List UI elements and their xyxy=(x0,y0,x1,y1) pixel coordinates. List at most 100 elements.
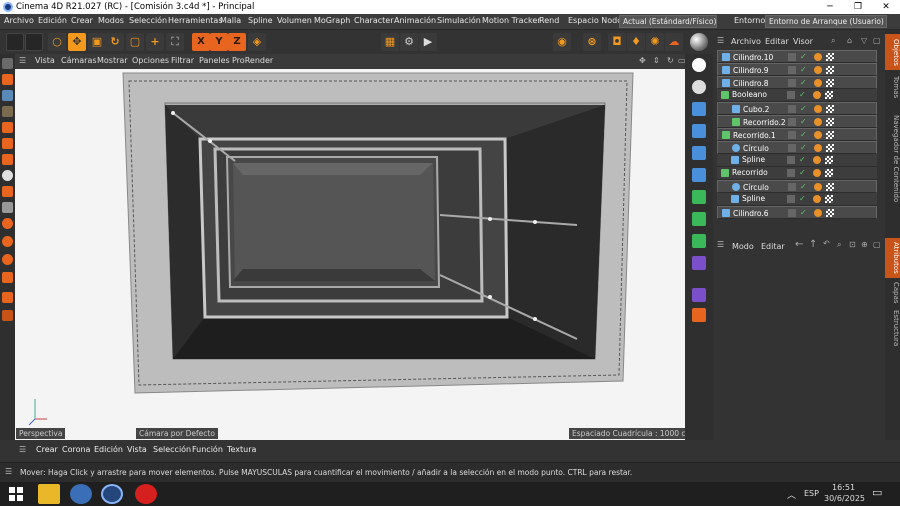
tab-navegador[interactable]: Navegador de Contenido xyxy=(885,104,900,214)
up-arrow-icon[interactable]: ↑ xyxy=(809,239,817,250)
render-settings-icon[interactable]: ⚙ xyxy=(400,33,418,51)
lock-workplane-icon[interactable] xyxy=(2,272,13,283)
maximize-button[interactable]: ❐ xyxy=(844,0,872,14)
rotate-tool-icon[interactable]: ↻ xyxy=(106,33,124,51)
viewport-pan-icon[interactable]: ✥ xyxy=(639,56,646,65)
deformer-icon[interactable] xyxy=(692,190,706,204)
menu-mograph[interactable]: MoGraph xyxy=(314,16,350,25)
attribute-menu-icon[interactable]: ☰ xyxy=(717,240,724,249)
material-tag-icon[interactable] xyxy=(814,183,822,191)
object-row[interactable]: Cilindro.9 ✓ xyxy=(717,63,877,76)
object-row[interactable]: Cubo.2 ✓ xyxy=(717,102,877,115)
menu-seleccion[interactable]: Selección xyxy=(129,16,167,25)
object-menu-icon[interactable]: ☰ xyxy=(717,36,724,45)
material-menu-crear[interactable]: Crear xyxy=(36,445,58,454)
new-window-icon[interactable]: ▢ xyxy=(873,36,881,45)
tab-tomas[interactable]: Tomas xyxy=(885,72,900,102)
enable-check-icon[interactable]: ✓ xyxy=(799,169,807,177)
enable-check-icon[interactable]: ✓ xyxy=(800,105,808,113)
visibility-toggle[interactable] xyxy=(787,169,795,177)
viewport-menu-icon[interactable]: ☰ xyxy=(19,56,26,65)
render-view-icon[interactable]: ▦ xyxy=(381,33,399,51)
windows-start-icon[interactable] xyxy=(9,487,23,501)
visibility-toggle[interactable] xyxy=(788,209,796,217)
tag-icon[interactable] xyxy=(692,308,706,322)
menu-archivo[interactable]: Archivo xyxy=(4,16,34,25)
tab-atributos[interactable]: Atributos xyxy=(885,238,900,278)
visibility-toggle[interactable] xyxy=(787,195,795,203)
viewport-rotate-icon[interactable]: ↻ xyxy=(667,56,674,65)
texture-tag-icon[interactable] xyxy=(825,156,833,164)
make-editable-icon[interactable] xyxy=(2,58,13,69)
object-row[interactable]: Recorrido.1 ✓ xyxy=(717,128,877,141)
menu-modos[interactable]: Modos xyxy=(98,16,124,25)
texture-tag-icon[interactable] xyxy=(825,169,833,177)
lock-icon[interactable]: ⊡ xyxy=(849,240,856,249)
tweak-mode-icon[interactable] xyxy=(2,186,13,197)
texture-mode-icon[interactable] xyxy=(2,90,13,101)
material-tag-icon[interactable] xyxy=(814,118,822,126)
material-menu-textura[interactable]: Textura xyxy=(227,445,256,454)
viewport-menu-paneles[interactable]: Paneles xyxy=(199,56,230,65)
material-menu-icon[interactable]: ☰ xyxy=(19,445,26,454)
material-menu-funcion[interactable]: Función xyxy=(192,445,223,454)
live-selection-icon[interactable]: ○ xyxy=(48,33,66,51)
cube-icon[interactable] xyxy=(692,102,706,116)
quantize-icon[interactable] xyxy=(2,254,13,265)
texture-tag-icon[interactable] xyxy=(826,144,834,152)
filter-icon[interactable]: ▽ xyxy=(861,36,867,45)
enable-check-icon[interactable]: ✓ xyxy=(800,66,808,74)
tab-estructura[interactable]: Estructura xyxy=(885,308,900,348)
object-row[interactable]: Cilindro.10 ✓ xyxy=(717,50,877,63)
menu-animacion[interactable]: Animación xyxy=(394,16,436,25)
pen-icon[interactable] xyxy=(692,124,706,138)
subdivision-icon[interactable] xyxy=(692,146,706,160)
nurbs-icon[interactable]: ⊛ xyxy=(583,33,601,51)
menu-crear[interactable]: Crear xyxy=(71,16,93,25)
opera-icon[interactable] xyxy=(135,484,157,504)
material-tag-icon[interactable] xyxy=(814,66,822,74)
texture-tag-icon[interactable] xyxy=(826,53,834,61)
y-axis-toggle[interactable]: Y xyxy=(210,33,228,51)
viewport-zoom-icon[interactable]: ⇕ xyxy=(653,56,660,65)
visibility-toggle[interactable] xyxy=(788,183,796,191)
object-row[interactable]: Círculo ✓ xyxy=(717,180,877,193)
object-row[interactable]: Cilindro.6 ✓ xyxy=(717,206,877,219)
search-icon[interactable]: ⌕ xyxy=(831,36,835,46)
model-mode-icon[interactable] xyxy=(2,74,13,85)
enable-check-icon[interactable]: ✓ xyxy=(800,131,808,139)
snap-settings-icon[interactable] xyxy=(2,236,13,247)
light-bulb-icon[interactable]: ♦ xyxy=(627,33,645,51)
status-menu-icon[interactable]: ☰ xyxy=(5,467,12,476)
viewport-menu-mostrar[interactable]: Mostrar xyxy=(97,56,128,65)
object-row[interactable]: Recorrido.2 ✓ xyxy=(717,115,877,128)
workplane-icon[interactable] xyxy=(2,106,13,117)
menu-malla[interactable]: Malla xyxy=(220,16,241,25)
texture-tag-icon[interactable] xyxy=(826,183,834,191)
menu-spline[interactable]: Spline xyxy=(248,16,273,25)
render-picture-viewer-icon[interactable]: ▶ xyxy=(419,33,437,51)
undo-button[interactable] xyxy=(6,33,24,51)
texture-tag-icon[interactable] xyxy=(826,105,834,113)
clock-time[interactable]: 16:51 xyxy=(832,483,855,492)
clock-date[interactable]: 30/6/2025 xyxy=(824,494,865,503)
viewport-menu-camaras[interactable]: Cámaras xyxy=(61,56,97,65)
light-icon[interactable] xyxy=(692,58,706,72)
axis-mode-icon[interactable] xyxy=(2,170,13,181)
attribute-menu-modo[interactable]: Modo xyxy=(732,242,754,251)
viewport-menu-filtrar[interactable]: Filtrar xyxy=(171,56,194,65)
enable-check-icon[interactable]: ✓ xyxy=(799,195,807,203)
material-tag-icon[interactable] xyxy=(814,105,822,113)
object-menu-editar[interactable]: Editar xyxy=(765,37,789,46)
enable-check-icon[interactable]: ✓ xyxy=(800,118,808,126)
enable-check-icon[interactable]: ✓ xyxy=(799,156,807,164)
snap-icon[interactable] xyxy=(2,218,13,229)
target-icon[interactable]: ⊕ xyxy=(861,240,868,249)
paint-icon[interactable] xyxy=(2,310,13,321)
world-coordinates-icon[interactable]: ◈ xyxy=(248,33,266,51)
file-explorer-icon[interactable] xyxy=(38,484,60,504)
object-row[interactable]: Spline ✓ xyxy=(717,193,877,206)
texture-tag-icon[interactable] xyxy=(825,195,833,203)
visibility-toggle[interactable] xyxy=(787,156,795,164)
object-row[interactable]: Cilindro.8 ✓ xyxy=(717,76,877,89)
